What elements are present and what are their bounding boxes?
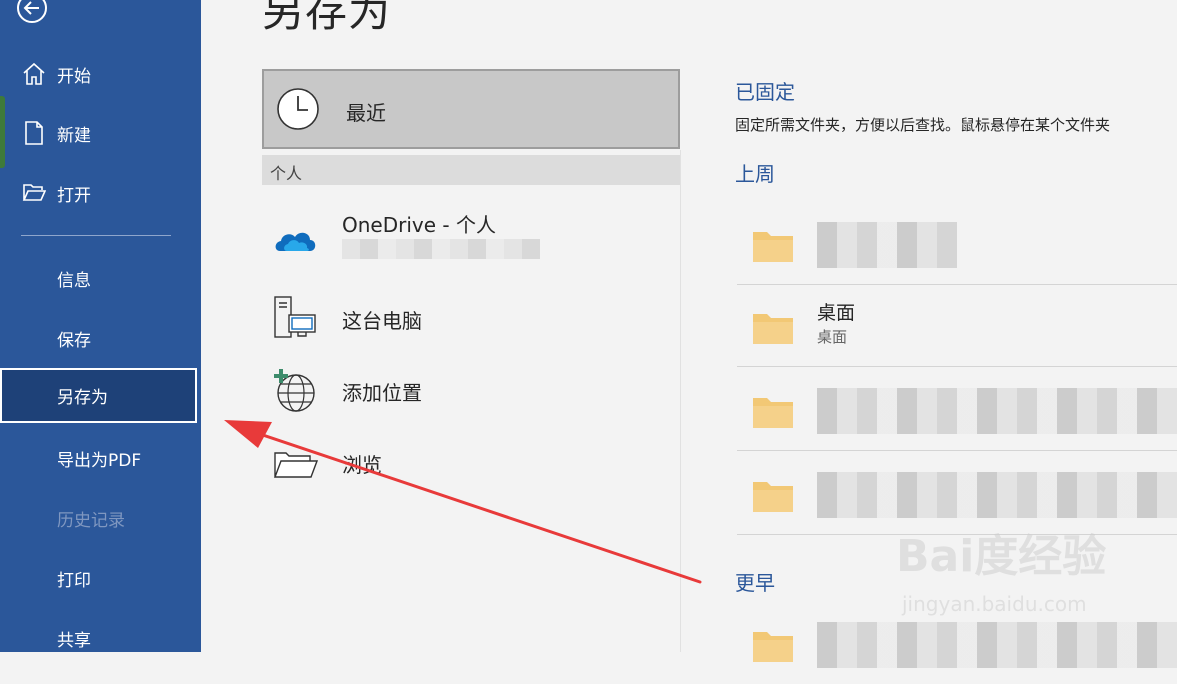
sidebar-item-label: 另存为 [57,388,108,408]
back-arrow-icon [17,0,47,23]
folder-row[interactable]: 桌面 桌面 [737,282,1177,367]
sidebar-item-history: 历史记录 [0,490,201,546]
sidebar-item-print[interactable]: 打印 [0,550,201,606]
group-header-label: 个人 [270,164,303,183]
watermark-url: jingyan.baidu.com [902,592,1087,616]
back-button[interactable] [16,0,48,24]
baidu-watermark: Bai度经验 jingyan.baidu.com [896,520,1126,630]
pinned-description: 固定所需文件夹，方便以后查找。鼠标悬停在某个文件夹 [735,116,1111,134]
folder-icon [753,232,793,262]
folder-icon [753,482,793,512]
clock-icon [277,88,319,130]
folder-browse-icon [273,452,318,478]
page-title: 另存为 [262,0,392,36]
location-onedrive[interactable]: OneDrive - 个人 [262,201,680,263]
folder-row[interactable] [737,366,1177,451]
location-label: OneDrive - 个人 [342,213,496,237]
section-title-last-week: 上周 [735,162,775,186]
redacted-folder-info [817,222,957,268]
sidebar-item-save[interactable]: 保存 [0,310,201,366]
sidebar-item-open[interactable]: 打开 [0,165,201,221]
location-label: 这台电脑 [342,309,422,333]
group-header-personal: 个人 [262,155,680,185]
sidebar-item-label: 信息 [57,270,91,291]
sidebar-item-label: 共享 [57,630,91,651]
sidebar-item-home[interactable]: 开始 [0,46,201,102]
sidebar-item-share[interactable]: 共享 [0,610,201,666]
sidebar-item-label: 开始 [57,66,91,87]
onedrive-cloud-icon [275,232,316,251]
sidebar-item-export-pdf[interactable]: 导出为PDF [0,430,201,486]
section-title-pinned: 已固定 [735,80,795,104]
sidebar-divider [21,235,171,236]
location-browse[interactable]: 浏览 [262,437,680,499]
folder-row[interactable] [737,200,1177,285]
folder-name: 桌面 [817,302,856,324]
location-label: 最近 [346,101,386,125]
new-document-icon [25,121,43,145]
open-folder-icon [22,184,46,201]
computer-icon [274,296,316,338]
sidebar-item-label: 新建 [57,125,91,146]
sidebar-item-info[interactable]: 信息 [0,250,201,306]
home-icon [23,62,45,85]
folder-icon [753,398,793,428]
watermark-brand: Bai度经验 [896,531,1107,582]
section-title-earlier: 更早 [735,571,775,595]
redacted-folder-info [817,388,1177,434]
folder-path: 桌面 [817,328,848,346]
location-label: 添加位置 [342,381,422,405]
folder-icon [753,314,793,344]
redacted-folder-info [817,472,1177,518]
sidebar-item-label: 历史记录 [57,510,125,531]
backstage-sidebar: 开始 新建 打开 信息 保存 另存为 导出为PDF 历史记录 打印 共享 [0,0,201,652]
redacted-account [342,239,540,259]
sidebar-item-label: 导出为PDF [57,450,142,471]
location-add-place[interactable]: 添加位置 [262,365,680,427]
sidebar-item-new[interactable]: 新建 [0,105,201,161]
save-location-list: 最近 个人 OneDrive - 个人 这台电脑 添加位置 浏览 [262,69,680,652]
location-recent[interactable]: 最近 [262,69,680,149]
sidebar-item-label: 打印 [57,570,91,591]
location-this-pc[interactable]: 这台电脑 [262,291,680,353]
sidebar-item-save-as[interactable]: 另存为 [0,368,197,423]
sidebar-item-label: 保存 [57,330,91,351]
sidebar-item-label: 打开 [57,185,91,206]
globe-add-icon [274,369,315,412]
folder-icon [753,632,793,662]
location-label: 浏览 [342,453,382,477]
